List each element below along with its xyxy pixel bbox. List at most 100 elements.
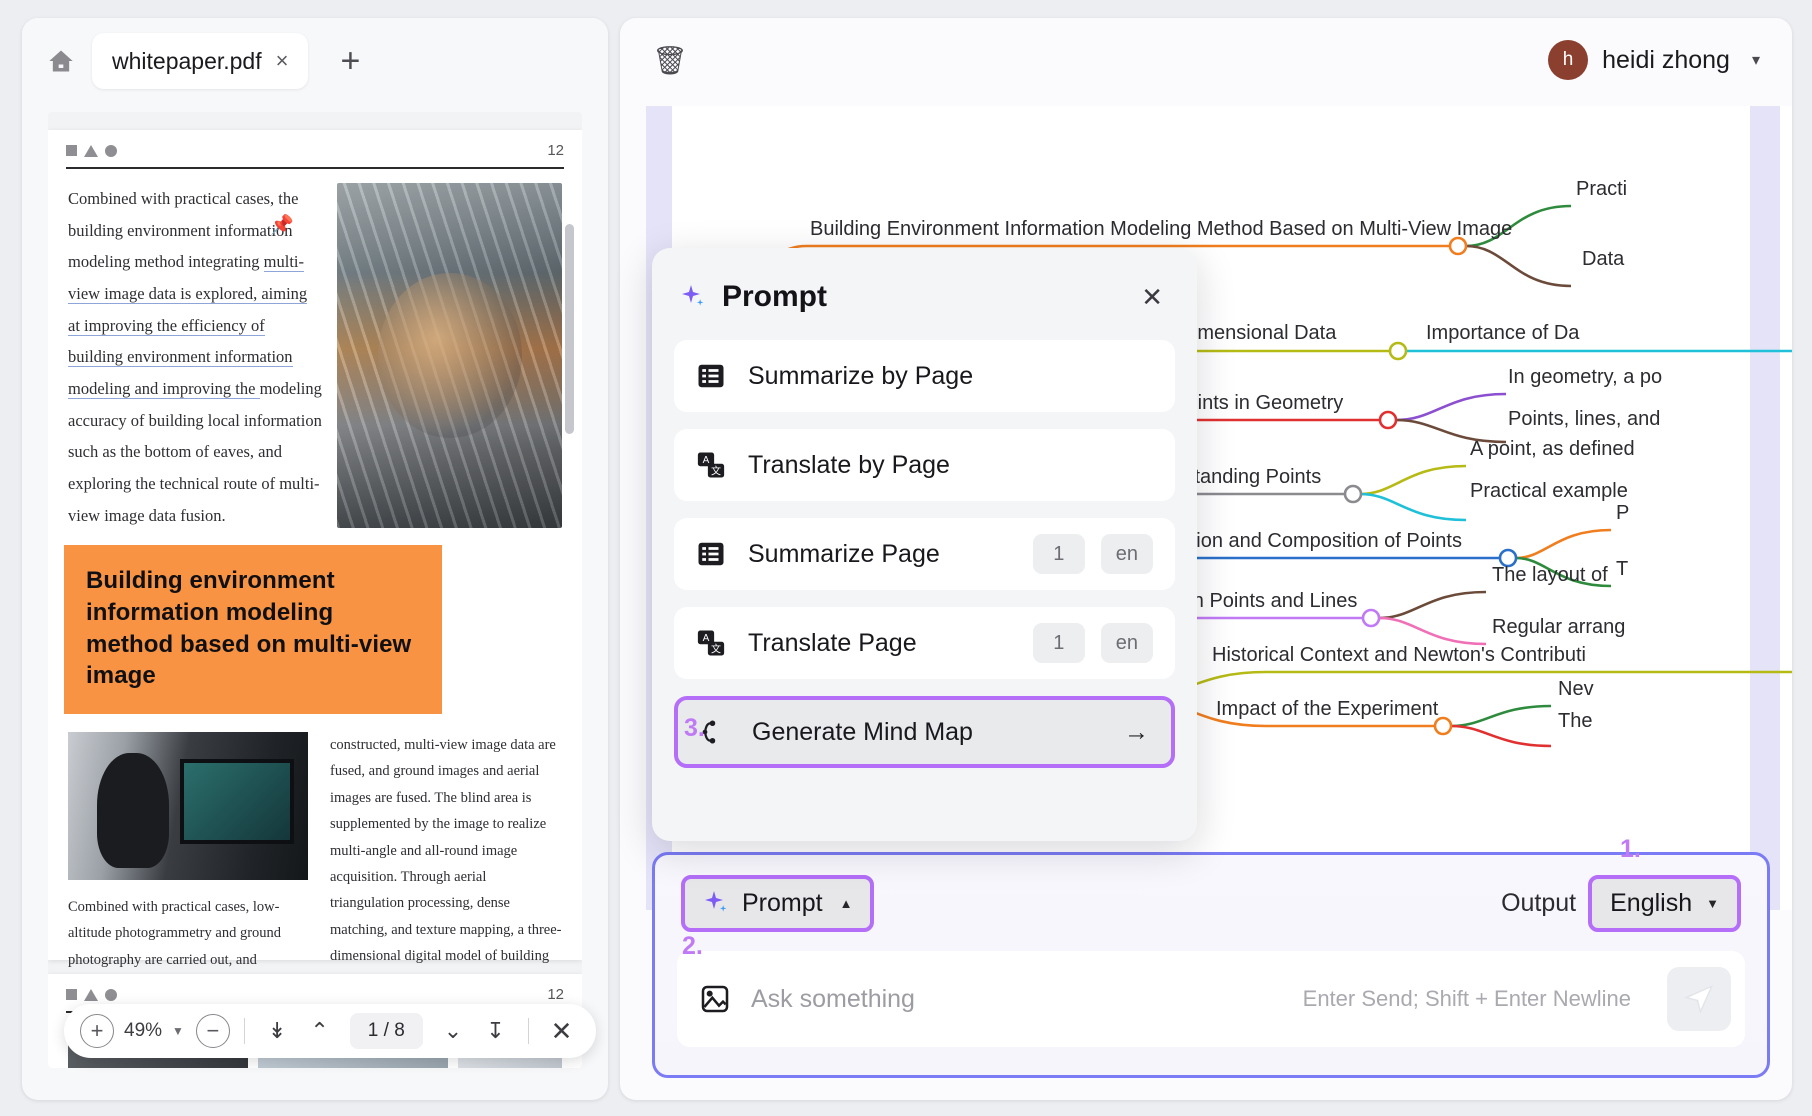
prompt-dialog-title: Prompt — [722, 280, 827, 314]
composer: Prompt ▲ Output English ▼ Ask something — [652, 852, 1770, 1078]
prompt-item-label: Translate by Page — [748, 451, 950, 480]
prompt-item-translate-by-page[interactable]: A文 Translate by Page — [674, 429, 1175, 501]
close-icon[interactable]: × — [276, 50, 289, 72]
pdf-banner-title: Building environment information modelin… — [86, 565, 420, 692]
close-toolbar-icon[interactable]: ✕ — [543, 1016, 581, 1047]
page-badge[interactable]: 1 — [1033, 534, 1085, 574]
pdf-panel: whitepaper.pdf × + 12 — [22, 18, 608, 1100]
mindmap-node-label[interactable]: Points, lines, and — [1508, 408, 1660, 431]
prompt-dialog-header: Prompt ✕ — [680, 280, 1171, 314]
chevron-down-icon[interactable]: ▾ — [1752, 50, 1760, 70]
prev-page-icon[interactable]: ⌃ — [301, 1020, 337, 1042]
app-root: whitepaper.pdf × + 12 — [0, 0, 1812, 1116]
input-hint: Enter Send; Shift + Enter Newline — [1303, 986, 1631, 1012]
page-toolbar: 12 — [48, 130, 582, 167]
mindmap-node-label[interactable]: P — [1616, 502, 1629, 525]
svg-text:A: A — [703, 633, 710, 644]
pdf-photo-workstation — [68, 732, 308, 880]
next-page-icon[interactable]: ⌄ — [435, 1020, 471, 1042]
new-tab-button[interactable]: + — [330, 41, 370, 81]
prompt-item-summarize-by-page[interactable]: Summarize by Page — [674, 340, 1175, 412]
search-input[interactable]: Ask something — [751, 985, 915, 1014]
mindmap-node-label[interactable]: In geometry, a po — [1508, 366, 1662, 389]
translate-icon: A文 — [696, 450, 726, 480]
last-page-icon[interactable]: ↧ — [477, 1020, 513, 1042]
language-badge[interactable]: en — [1101, 623, 1153, 663]
mindmap-node-label[interactable]: Practical example — [1470, 480, 1628, 503]
mindmap-node-label[interactable]: Historical Context and Newton's Contribu… — [1212, 644, 1586, 667]
page-indicator[interactable]: 1 / 8 — [350, 1013, 423, 1049]
zoom-out-button[interactable]: − — [196, 1014, 230, 1048]
output-language-value: English — [1610, 889, 1692, 918]
sparkle-icon — [680, 284, 706, 310]
arrow-right-icon: → — [1124, 718, 1149, 747]
divider-2 — [528, 1018, 529, 1044]
prompt-item-translate-page[interactable]: A文 Translate Page 1 en — [674, 607, 1175, 679]
mindmap-node-label[interactable]: Importance of Da — [1426, 322, 1579, 345]
pdf-zoom-toolbar: + 49% ▼ − ↡ ⌃ 1 / 8 ⌄ ↧ ✕ — [64, 1004, 596, 1058]
output-language-select[interactable]: English ▼ — [1588, 875, 1741, 932]
prompt-button[interactable]: Prompt ▲ — [681, 875, 874, 932]
circle-icon[interactable] — [105, 145, 117, 157]
list-icon — [696, 361, 726, 391]
tab-title: whitepaper.pdf — [112, 48, 262, 75]
trash-icon[interactable]: 🗑 — [652, 44, 688, 77]
output-label: Output — [1501, 889, 1576, 918]
prompt-item-generate-mind-map[interactable]: Generate Mind Map → — [674, 696, 1175, 768]
panel-header: 🗑 h heidi zhong ▾ — [620, 18, 1792, 102]
page-marker-number-2: 12 — [547, 986, 564, 1003]
composer-toolbar: Prompt ▲ Output English ▼ — [655, 855, 1767, 951]
page-badge[interactable]: 1 — [1033, 623, 1085, 663]
mindmap-node-label[interactable]: The layout of — [1492, 564, 1608, 587]
prompt-item-summarize-page[interactable]: Summarize Page 1 en — [674, 518, 1175, 590]
send-button[interactable] — [1667, 967, 1731, 1031]
image-icon[interactable] — [699, 983, 731, 1015]
translate-icon: A文 — [696, 628, 726, 658]
prompt-button-label: Prompt — [742, 889, 823, 918]
svg-text:文: 文 — [711, 642, 721, 655]
pdf-viewport[interactable]: 12 Combined with practical cases, the bu… — [48, 112, 582, 1068]
chevron-down-icon[interactable]: ▼ — [172, 1024, 184, 1038]
mindmap-node-label[interactable]: Regular arrang — [1492, 616, 1625, 639]
chevron-up-icon: ▲ — [840, 896, 853, 911]
pin-icon[interactable]: 📌 — [270, 213, 294, 237]
zoom-level: 49% — [124, 1020, 162, 1042]
square-icon[interactable] — [66, 145, 77, 156]
svg-text:文: 文 — [711, 464, 721, 477]
composer-input-row[interactable]: Ask something Enter Send; Shift + Enter … — [677, 951, 1745, 1047]
prompt-item-label: Generate Mind Map — [752, 718, 973, 747]
triangle-icon[interactable] — [84, 145, 98, 157]
divider — [244, 1018, 245, 1044]
avatar: h — [1548, 40, 1588, 80]
first-page-icon[interactable]: ↡ — [259, 1020, 295, 1042]
page-shape-tools-2[interactable] — [66, 989, 117, 1001]
square-icon[interactable] — [66, 989, 77, 1000]
document-tab[interactable]: whitepaper.pdf × — [92, 33, 308, 89]
annotation-2: 2. — [682, 932, 703, 961]
prompt-dialog: Prompt ✕ Summarize by Page A文 Translate … — [652, 248, 1197, 841]
home-icon[interactable] — [40, 40, 82, 82]
annotation-1: 1. — [1620, 835, 1641, 864]
zoom-in-button[interactable]: + — [80, 1014, 114, 1048]
pdf-content: Combined with practical cases, the build… — [48, 169, 582, 1068]
annotation-3: 3. — [684, 714, 705, 743]
mindmap-node-label[interactable]: T — [1616, 558, 1628, 581]
page-shape-tools[interactable] — [66, 145, 117, 157]
mindmap-node-label[interactable]: The — [1558, 710, 1592, 733]
language-badge[interactable]: en — [1101, 534, 1153, 574]
mindmap-node-label[interactable]: Data — [1582, 248, 1624, 271]
mindmap-node-label[interactable]: Nev — [1558, 678, 1594, 701]
mindmap-node-label[interactable]: A point, as defined — [1470, 438, 1635, 461]
page-marker-number: 12 — [547, 142, 564, 159]
mindmap-node-label[interactable]: Building Environment Information Modelin… — [810, 218, 1512, 241]
user-menu[interactable]: h heidi zhong ▾ — [1548, 40, 1760, 80]
vertical-scrollbar[interactable] — [565, 224, 574, 434]
tab-bar: whitepaper.pdf × + — [22, 18, 608, 104]
close-icon[interactable]: ✕ — [1133, 280, 1171, 314]
mindmap-node-label[interactable]: Impact of the Experiment — [1216, 698, 1438, 721]
triangle-icon[interactable] — [84, 989, 98, 1001]
user-name: heidi zhong — [1602, 46, 1730, 75]
circle-icon[interactable] — [105, 989, 117, 1001]
prompt-item-label: Translate Page — [748, 629, 917, 658]
mindmap-node-label[interactable]: Practi — [1576, 178, 1627, 201]
